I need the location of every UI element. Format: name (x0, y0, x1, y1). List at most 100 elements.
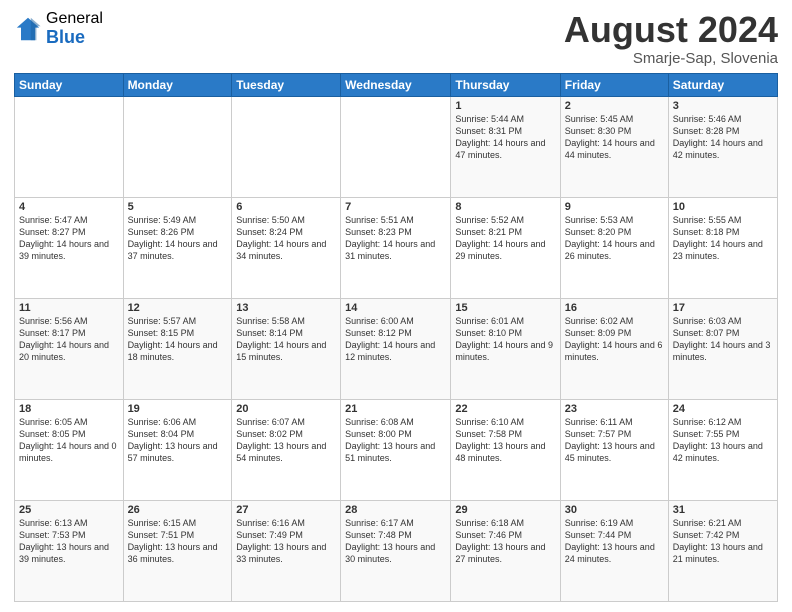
day-info: Sunrise: 5:46 AM Sunset: 8:28 PM Dayligh… (673, 113, 773, 162)
day-cell: 14Sunrise: 6:00 AM Sunset: 8:12 PM Dayli… (341, 298, 451, 399)
week-row-0: 1Sunrise: 5:44 AM Sunset: 8:31 PM Daylig… (15, 96, 778, 197)
day-info: Sunrise: 5:57 AM Sunset: 8:15 PM Dayligh… (128, 315, 228, 364)
day-cell: 4Sunrise: 5:47 AM Sunset: 8:27 PM Daylig… (15, 197, 124, 298)
day-number: 16 (565, 302, 664, 314)
day-number: 4 (19, 201, 119, 213)
header: GeneralBlue August 2024 Smarje-Sap, Slov… (14, 10, 778, 67)
header-row: Sunday Monday Tuesday Wednesday Thursday… (15, 73, 778, 96)
day-number: 9 (565, 201, 664, 213)
col-friday: Friday (560, 73, 668, 96)
day-cell: 7Sunrise: 5:51 AM Sunset: 8:23 PM Daylig… (341, 197, 451, 298)
day-info: Sunrise: 5:51 AM Sunset: 8:23 PM Dayligh… (345, 214, 446, 263)
day-info: Sunrise: 5:49 AM Sunset: 8:26 PM Dayligh… (128, 214, 228, 263)
col-thursday: Thursday (451, 73, 560, 96)
day-info: Sunrise: 6:21 AM Sunset: 7:42 PM Dayligh… (673, 517, 773, 566)
week-row-3: 18Sunrise: 6:05 AM Sunset: 8:05 PM Dayli… (15, 399, 778, 500)
day-number: 6 (236, 201, 336, 213)
day-number: 14 (345, 302, 446, 314)
day-number: 31 (673, 504, 773, 516)
day-number: 13 (236, 302, 336, 314)
day-info: Sunrise: 6:07 AM Sunset: 8:02 PM Dayligh… (236, 416, 336, 465)
day-info: Sunrise: 6:12 AM Sunset: 7:55 PM Dayligh… (673, 416, 773, 465)
day-cell: 5Sunrise: 5:49 AM Sunset: 8:26 PM Daylig… (123, 197, 232, 298)
day-number: 18 (19, 403, 119, 415)
day-cell: 8Sunrise: 5:52 AM Sunset: 8:21 PM Daylig… (451, 197, 560, 298)
calendar: Sunday Monday Tuesday Wednesday Thursday… (14, 73, 778, 602)
day-cell: 6Sunrise: 5:50 AM Sunset: 8:24 PM Daylig… (232, 197, 341, 298)
day-info: Sunrise: 6:06 AM Sunset: 8:04 PM Dayligh… (128, 416, 228, 465)
day-info: Sunrise: 5:44 AM Sunset: 8:31 PM Dayligh… (455, 113, 555, 162)
day-info: Sunrise: 6:11 AM Sunset: 7:57 PM Dayligh… (565, 416, 664, 465)
day-info: Sunrise: 6:02 AM Sunset: 8:09 PM Dayligh… (565, 315, 664, 364)
day-cell: 25Sunrise: 6:13 AM Sunset: 7:53 PM Dayli… (15, 500, 124, 601)
day-info: Sunrise: 5:56 AM Sunset: 8:17 PM Dayligh… (19, 315, 119, 364)
day-cell (15, 96, 124, 197)
day-cell: 27Sunrise: 6:16 AM Sunset: 7:49 PM Dayli… (232, 500, 341, 601)
location-subtitle: Smarje-Sap, Slovenia (564, 50, 778, 67)
col-wednesday: Wednesday (341, 73, 451, 96)
day-number: 17 (673, 302, 773, 314)
day-cell: 15Sunrise: 6:01 AM Sunset: 8:10 PM Dayli… (451, 298, 560, 399)
day-cell: 11Sunrise: 5:56 AM Sunset: 8:17 PM Dayli… (15, 298, 124, 399)
day-info: Sunrise: 5:52 AM Sunset: 8:21 PM Dayligh… (455, 214, 555, 263)
week-row-1: 4Sunrise: 5:47 AM Sunset: 8:27 PM Daylig… (15, 197, 778, 298)
day-cell (123, 96, 232, 197)
day-number: 1 (455, 100, 555, 112)
day-info: Sunrise: 6:13 AM Sunset: 7:53 PM Dayligh… (19, 517, 119, 566)
day-cell (232, 96, 341, 197)
day-number: 15 (455, 302, 555, 314)
day-cell: 26Sunrise: 6:15 AM Sunset: 7:51 PM Dayli… (123, 500, 232, 601)
day-cell: 21Sunrise: 6:08 AM Sunset: 8:00 PM Dayli… (341, 399, 451, 500)
logo: GeneralBlue (14, 10, 103, 47)
day-info: Sunrise: 6:16 AM Sunset: 7:49 PM Dayligh… (236, 517, 336, 566)
day-cell: 18Sunrise: 6:05 AM Sunset: 8:05 PM Dayli… (15, 399, 124, 500)
day-cell: 20Sunrise: 6:07 AM Sunset: 8:02 PM Dayli… (232, 399, 341, 500)
day-number: 25 (19, 504, 119, 516)
day-info: Sunrise: 6:03 AM Sunset: 8:07 PM Dayligh… (673, 315, 773, 364)
logo-icon (14, 15, 42, 43)
col-monday: Monday (123, 73, 232, 96)
day-number: 24 (673, 403, 773, 415)
day-info: Sunrise: 5:55 AM Sunset: 8:18 PM Dayligh… (673, 214, 773, 263)
day-number: 29 (455, 504, 555, 516)
day-info: Sunrise: 6:00 AM Sunset: 8:12 PM Dayligh… (345, 315, 446, 364)
day-info: Sunrise: 6:01 AM Sunset: 8:10 PM Dayligh… (455, 315, 555, 364)
page: GeneralBlue August 2024 Smarje-Sap, Slov… (0, 0, 792, 612)
day-cell: 28Sunrise: 6:17 AM Sunset: 7:48 PM Dayli… (341, 500, 451, 601)
logo-text: GeneralBlue (46, 10, 103, 47)
day-info: Sunrise: 6:08 AM Sunset: 8:00 PM Dayligh… (345, 416, 446, 465)
day-number: 10 (673, 201, 773, 213)
day-info: Sunrise: 6:18 AM Sunset: 7:46 PM Dayligh… (455, 517, 555, 566)
day-number: 8 (455, 201, 555, 213)
day-info: Sunrise: 5:45 AM Sunset: 8:30 PM Dayligh… (565, 113, 664, 162)
day-info: Sunrise: 6:05 AM Sunset: 8:05 PM Dayligh… (19, 416, 119, 465)
day-number: 22 (455, 403, 555, 415)
day-cell: 24Sunrise: 6:12 AM Sunset: 7:55 PM Dayli… (668, 399, 777, 500)
col-saturday: Saturday (668, 73, 777, 96)
month-title: August 2024 (564, 10, 778, 50)
logo-general: General (46, 10, 103, 28)
week-row-4: 25Sunrise: 6:13 AM Sunset: 7:53 PM Dayli… (15, 500, 778, 601)
col-sunday: Sunday (15, 73, 124, 96)
day-info: Sunrise: 5:53 AM Sunset: 8:20 PM Dayligh… (565, 214, 664, 263)
day-cell: 29Sunrise: 6:18 AM Sunset: 7:46 PM Dayli… (451, 500, 560, 601)
day-number: 3 (673, 100, 773, 112)
day-number: 20 (236, 403, 336, 415)
day-number: 11 (19, 302, 119, 314)
day-cell: 22Sunrise: 6:10 AM Sunset: 7:58 PM Dayli… (451, 399, 560, 500)
day-number: 2 (565, 100, 664, 112)
day-cell: 2Sunrise: 5:45 AM Sunset: 8:30 PM Daylig… (560, 96, 668, 197)
day-cell: 13Sunrise: 5:58 AM Sunset: 8:14 PM Dayli… (232, 298, 341, 399)
day-cell: 3Sunrise: 5:46 AM Sunset: 8:28 PM Daylig… (668, 96, 777, 197)
day-number: 7 (345, 201, 446, 213)
day-cell: 16Sunrise: 6:02 AM Sunset: 8:09 PM Dayli… (560, 298, 668, 399)
day-number: 5 (128, 201, 228, 213)
calendar-header: Sunday Monday Tuesday Wednesday Thursday… (15, 73, 778, 96)
day-cell: 19Sunrise: 6:06 AM Sunset: 8:04 PM Dayli… (123, 399, 232, 500)
calendar-table: Sunday Monday Tuesday Wednesday Thursday… (14, 73, 778, 602)
day-number: 19 (128, 403, 228, 415)
day-info: Sunrise: 6:19 AM Sunset: 7:44 PM Dayligh… (565, 517, 664, 566)
title-area: August 2024 Smarje-Sap, Slovenia (564, 10, 778, 67)
day-number: 27 (236, 504, 336, 516)
day-cell: 12Sunrise: 5:57 AM Sunset: 8:15 PM Dayli… (123, 298, 232, 399)
